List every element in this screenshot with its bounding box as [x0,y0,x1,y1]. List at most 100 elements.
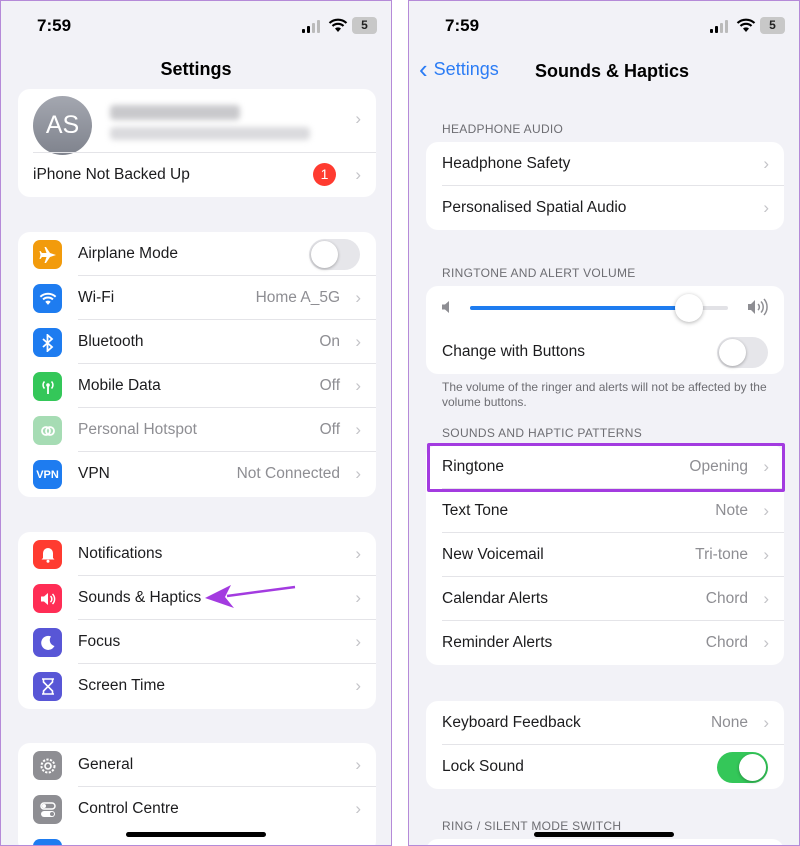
backup-label: iPhone Not Backed Up [33,166,190,183]
keyboard-feedback-row[interactable]: Keyboard Feedback None › [426,701,784,745]
chevron-right-icon: › [763,501,769,520]
back-label: Settings [433,58,499,79]
vpn-label: VPN [78,465,110,482]
mobile-data-row[interactable]: Mobile Data Off › [18,364,376,408]
headphone-group: Headphone Safety › Personalised Spatial … [426,142,784,230]
bluetooth-label: Bluetooth [78,333,144,350]
personal-hotspot-value: Off [319,421,340,438]
vpn-value: Not Connected [236,465,340,482]
silent-switch-header: RING / SILENT MODE SWITCH [442,819,622,833]
battery-icon: 5 [352,17,377,34]
text-tone-value: Note [715,502,748,519]
hotspot-icon [33,416,62,445]
general-group: General › Control Centre › [18,743,376,845]
page-title: Settings [160,59,232,79]
calendar-alerts-label: Calendar Alerts [442,590,548,607]
backup-row[interactable]: iPhone Not Backed Up 1 › [18,153,376,197]
reminder-alerts-label: Reminder Alerts [442,634,553,651]
chevron-right-icon: › [355,588,361,607]
wifi-status-icon [736,18,756,32]
antenna-icon [33,372,62,401]
profile-name-blurred [110,105,240,120]
focus-row[interactable]: Focus › [18,620,376,664]
keyboard-feedback-value: None [710,714,748,731]
vpn-icon: VPN [33,460,62,489]
calendar-alerts-row[interactable]: Calendar Alerts Chord › [426,577,784,621]
chevron-right-icon: › [355,165,361,184]
headphone-safety-row[interactable]: Headphone Safety › [426,142,784,186]
control-centre-label: Control Centre [78,800,179,817]
sounds-haptics-screen: 7:59 5 ‹ Settings Sounds & Haptics HEADP… [408,0,800,846]
vpn-row[interactable]: VPN VPN Not Connected › [18,452,376,496]
mobile-data-value: Off [319,377,340,394]
bell-icon [33,540,62,569]
personal-hotspot-row[interactable]: Personal Hotspot Off › [18,408,376,452]
airplane-mode-toggle[interactable] [309,239,360,270]
notifications-row[interactable]: Notifications › [18,532,376,576]
general-label: General [78,756,134,773]
nav-bar: ‹ Settings Sounds & Haptics [409,51,799,91]
volume-group: Change with Buttons [426,286,784,374]
volume-slider[interactable] [470,294,728,322]
bluetooth-row[interactable]: Bluetooth On › [18,320,376,364]
speaker-high-icon [748,298,768,316]
chevron-right-icon: › [763,633,769,652]
speaker-low-icon [442,301,449,313]
airplane-mode-label: Airplane Mode [78,245,178,262]
chevron-right-icon: › [355,464,361,483]
text-tone-label: Text Tone [442,502,509,519]
text-tone-row[interactable]: Text Tone Note › [426,489,784,533]
avatar: AS [33,96,92,155]
wifi-icon [33,284,62,313]
profile-subtitle-blurred [110,127,310,140]
screen-time-row[interactable]: Screen Time › [18,664,376,708]
wifi-value: Home A_5G [255,289,340,306]
wifi-row[interactable]: Wi-Fi Home A_5G › [18,276,376,320]
lock-sound-label: Lock Sound [442,758,524,775]
gear-icon [33,751,62,780]
hourglass-icon [33,672,62,701]
chevron-right-icon: › [355,799,361,818]
general-row[interactable]: General › [18,743,376,787]
volume-slider-knob[interactable] [675,294,704,322]
pointer-arrow [205,585,296,608]
focus-label: Focus [78,633,121,650]
reminder-alerts-value: Chord [705,634,748,651]
bluetooth-value: On [319,333,340,350]
settings-screen: 7:59 5 Settings AS › iPhone Not Backed U… [0,0,392,846]
wifi-label: Wi-Fi [78,289,115,306]
control-centre-row[interactable]: Control Centre › [18,787,376,831]
sounds-haptics-row[interactable]: Sounds & Haptics › [18,576,376,620]
page-title: Sounds & Haptics [535,61,690,81]
airplane-mode-row: Airplane Mode [18,232,376,276]
moon-icon [33,628,62,657]
new-voicemail-value: Tri-tone [695,546,748,563]
back-button[interactable]: ‹ Settings [419,54,499,84]
lock-sound-toggle[interactable] [717,752,768,783]
new-voicemail-row[interactable]: New Voicemail Tri-tone › [426,533,784,577]
chevron-right-icon: › [355,544,361,563]
chevron-right-icon: › [763,154,769,173]
chevron-left-icon: ‹ [419,54,428,84]
personal-hotspot-label: Personal Hotspot [78,421,197,438]
chevron-right-icon: › [355,632,361,651]
chevron-right-icon: › [355,332,361,351]
display-icon [33,839,62,845]
wifi-status-icon [328,18,348,32]
change-with-buttons-label: Change with Buttons [442,343,586,360]
reminder-alerts-row[interactable]: Reminder Alerts Chord › [426,621,784,665]
status-time: 7:59 [37,16,72,35]
change-with-buttons-toggle[interactable] [717,337,768,368]
speaker-icon [33,584,62,613]
spatial-audio-label: Personalised Spatial Audio [442,199,627,216]
keyboard-feedback-label: Keyboard Feedback [442,714,581,731]
spatial-audio-row[interactable]: Personalised Spatial Audio › [426,186,784,230]
status-time: 7:59 [445,16,480,35]
chevron-right-icon: › [763,545,769,564]
chevron-right-icon: › [355,755,361,774]
profile-row[interactable]: AS › [18,89,376,155]
home-indicator [534,832,674,837]
chevron-right-icon: › [763,589,769,608]
notification-badge: 1 [313,163,336,186]
new-voicemail-label: New Voicemail [442,546,544,563]
